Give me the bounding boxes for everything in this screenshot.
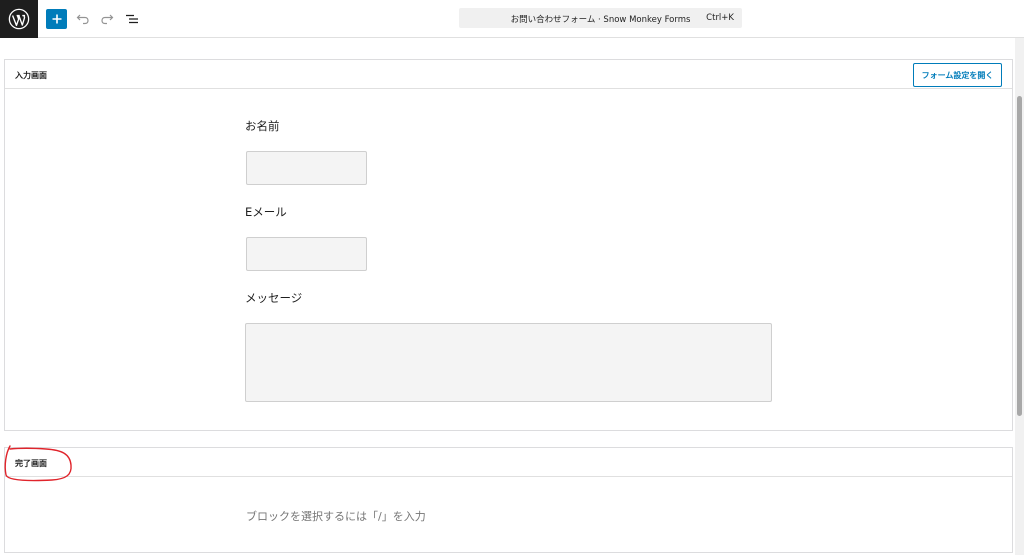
redo-icon xyxy=(101,14,114,25)
undo-button[interactable] xyxy=(72,8,94,30)
list-view-button[interactable] xyxy=(121,8,143,30)
editor-toolbar: お問い合わせフォーム · Snow Monkey Forms Ctrl+K xyxy=(0,0,1024,38)
email-input[interactable] xyxy=(246,237,367,271)
annotation-circle xyxy=(4,445,72,482)
document-title: お問い合わせフォーム · Snow Monkey Forms xyxy=(510,15,691,25)
message-textarea[interactable] xyxy=(245,323,772,402)
wordpress-logo-svg xyxy=(8,8,30,30)
plus-icon xyxy=(52,14,61,24)
name-input[interactable] xyxy=(246,151,367,185)
command-palette-bar[interactable]: お問い合わせフォーム · Snow Monkey Forms Ctrl+K xyxy=(459,8,742,28)
message-field-label: メッセージ xyxy=(245,291,303,305)
name-field-label: お名前 xyxy=(245,119,280,133)
redo-button[interactable] xyxy=(96,8,118,30)
list-view-icon xyxy=(126,14,138,24)
undo-icon xyxy=(76,14,89,25)
editor-scrollbar[interactable] xyxy=(1015,38,1024,555)
add-block-button[interactable] xyxy=(46,9,67,29)
block-placeholder[interactable]: ブロックを選択するには「/」を入力 xyxy=(246,508,426,524)
email-field-label: Eメール xyxy=(245,205,287,219)
complete-screen-panel: 完了画面 xyxy=(4,447,1013,553)
complete-screen-header: 完了画面 xyxy=(5,448,1012,477)
input-screen-title: 入力画面 xyxy=(15,71,47,80)
open-form-settings-button[interactable]: フォーム設定を開く xyxy=(913,63,1002,87)
wordpress-logo-icon[interactable] xyxy=(0,0,38,38)
input-screen-header: 入力画面 フォーム設定を開く xyxy=(5,60,1012,89)
scrollbar-thumb[interactable] xyxy=(1017,96,1022,416)
command-shortcut: Ctrl+K xyxy=(706,13,734,23)
